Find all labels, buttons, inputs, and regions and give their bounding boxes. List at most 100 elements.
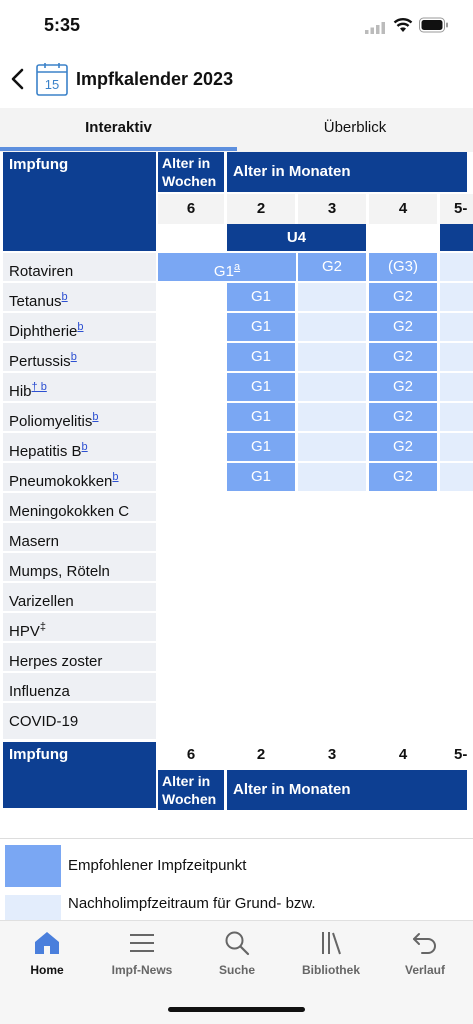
age-4-months: 4 bbox=[369, 194, 437, 224]
row-name-pertussis: Pertussisb bbox=[3, 343, 156, 371]
dose-hepatitis-b-g1[interactable]: G1 bbox=[227, 433, 295, 461]
row-name-meningokokken-c: Meningokokken C bbox=[3, 493, 156, 521]
legend-label-catchup: Nachholimpfzeitraum für Grund- bzw. bbox=[68, 895, 316, 912]
dose-poliomyelitis-g2[interactable]: G2 bbox=[369, 403, 437, 431]
footnote-link[interactable]: b bbox=[92, 411, 98, 423]
calendar-day: 15 bbox=[45, 77, 59, 92]
home-icon bbox=[35, 932, 59, 954]
footer-corner-impfung: Impfung bbox=[3, 742, 156, 808]
dose-pneumokokken-g2[interactable]: G2 bbox=[369, 463, 437, 491]
footnote-link[interactable]: b bbox=[77, 321, 83, 333]
dose-hib-g2[interactable]: G2 bbox=[369, 373, 437, 401]
tab-indicator bbox=[0, 147, 237, 151]
footnote-link[interactable]: b bbox=[112, 471, 118, 483]
undo-icon bbox=[413, 933, 436, 954]
row-name-tetanus: Tetanusb bbox=[3, 283, 156, 311]
legend-swatch-recommended bbox=[5, 845, 61, 887]
signal-icon bbox=[365, 22, 385, 34]
tab-verlauf-label: Verlauf bbox=[404, 963, 446, 977]
catchup-cell bbox=[298, 283, 366, 311]
weeks-header: Alter in Wochen bbox=[158, 152, 224, 192]
tab-suche-label: Suche bbox=[218, 963, 255, 977]
months-header: Alter in Monaten bbox=[227, 152, 467, 192]
u5-checkup-partial bbox=[440, 224, 473, 251]
row-name-herpes-zoster: Herpes zoster bbox=[3, 643, 156, 671]
catchup-cell bbox=[440, 313, 473, 341]
page-title: Impfkalender 2023 bbox=[76, 69, 234, 89]
row-name-mumps-roeteln: Mumps, Röteln bbox=[3, 553, 156, 581]
row-name-hepatitis-b: Hepatitis Bb bbox=[3, 433, 156, 461]
footer-weeks-header: Alter in Wochen bbox=[158, 770, 224, 810]
dose-hib-g1[interactable]: G1 bbox=[227, 373, 295, 401]
row-name-covid-19: COVID-19 bbox=[3, 703, 156, 739]
corner-impfung: Impfung bbox=[3, 152, 156, 251]
library-icon bbox=[322, 932, 341, 955]
status-bar: 5:35 bbox=[0, 0, 473, 52]
catchup-cell bbox=[440, 463, 473, 491]
dose-pertussis-g1[interactable]: G1 bbox=[227, 343, 295, 371]
row-name-hib: Hib† b bbox=[3, 373, 156, 401]
row-name-masern: Masern bbox=[3, 523, 156, 551]
footnote-link[interactable]: b bbox=[62, 291, 68, 303]
footnote-link[interactable]: b bbox=[82, 441, 88, 453]
tab-home[interactable]: Home bbox=[0, 929, 94, 977]
dose-pertussis-g2[interactable]: G2 bbox=[369, 343, 437, 371]
tab-home-label: Home bbox=[30, 963, 64, 977]
catchup-cell bbox=[298, 343, 366, 371]
catchup-cell bbox=[440, 403, 473, 431]
tab-verlauf[interactable]: Verlauf bbox=[378, 929, 472, 977]
tab-bibliothek[interactable]: Bibliothek bbox=[284, 929, 378, 977]
age-2-months: 2 bbox=[227, 194, 295, 224]
dose-diphtherie-g2[interactable]: G2 bbox=[369, 313, 437, 341]
back-arrow-icon[interactable] bbox=[6, 64, 30, 94]
catchup-cell bbox=[298, 433, 366, 461]
home-indicator bbox=[168, 1007, 305, 1012]
catchup-cell bbox=[440, 283, 473, 311]
dose-rotaviren-g1[interactable]: G1a bbox=[158, 253, 296, 281]
dose-hepatitis-b-g2[interactable]: G2 bbox=[369, 433, 437, 461]
row-name-diphtherie: Diphtherieb bbox=[3, 313, 156, 341]
row-name-influenza: Influenza bbox=[3, 673, 156, 701]
dose-rotaviren-g3[interactable]: (G3) bbox=[369, 253, 437, 281]
menu-icon bbox=[130, 934, 154, 952]
footer-age-5-months: 5- bbox=[440, 740, 473, 770]
tab-ueberblick[interactable]: Überblick bbox=[237, 108, 473, 152]
dose-diphtherie-g1[interactable]: G1 bbox=[227, 313, 295, 341]
footnote-link[interactable]: b bbox=[71, 351, 77, 363]
vaccination-table[interactable]: Impfung Alter in Wochen Alter in Monaten… bbox=[0, 152, 473, 842]
row-name-varizellen: Varizellen bbox=[3, 583, 156, 611]
status-time: 5:35 bbox=[44, 15, 81, 35]
catchup-cell bbox=[440, 373, 473, 401]
catchup-cell bbox=[298, 463, 366, 491]
tab-bar: Interaktiv Überblick bbox=[0, 108, 473, 152]
catchup-cell bbox=[440, 343, 473, 371]
age-6-weeks: 6 bbox=[158, 194, 224, 224]
dose-tetanus-g2[interactable]: G2 bbox=[369, 283, 437, 311]
footer-age-6-weeks: 6 bbox=[158, 740, 224, 770]
u4-checkup[interactable]: U4 bbox=[227, 224, 366, 251]
battery-icon bbox=[419, 17, 448, 33]
dose-rotaviren-g2[interactable]: G2 bbox=[298, 253, 366, 281]
legend: Empfohlener Impfzeitpunkt Nachholimpfzei… bbox=[0, 838, 473, 925]
age-5-months: 5- bbox=[440, 194, 473, 224]
dose-pneumokokken-g1[interactable]: G1 bbox=[227, 463, 295, 491]
dose-poliomyelitis-g1[interactable]: G1 bbox=[227, 403, 295, 431]
tab-interaktiv[interactable]: Interaktiv bbox=[0, 108, 237, 152]
footer-age-3-months: 3 bbox=[298, 740, 366, 770]
footnote-link[interactable]: † b bbox=[32, 381, 47, 393]
row-name-rotaviren: Rotaviren bbox=[3, 253, 156, 281]
search-icon bbox=[225, 931, 250, 956]
dose-tetanus-g1[interactable]: G1 bbox=[227, 283, 295, 311]
footer-age-2-months: 2 bbox=[227, 740, 295, 770]
legend-label-recommended: Empfohlener Impfzeitpunkt bbox=[68, 857, 247, 874]
row-name-pneumokokken: Pneumokokkenb bbox=[3, 463, 156, 491]
row-name-hpv: HPV‡ bbox=[3, 613, 156, 641]
wifi-icon bbox=[393, 18, 413, 32]
tab-impf-news[interactable]: Impf-News bbox=[95, 929, 189, 977]
tab-suche[interactable]: Suche bbox=[190, 929, 284, 977]
age-3-months: 3 bbox=[298, 194, 366, 224]
footer-months-header: Alter in Monaten bbox=[227, 770, 467, 810]
catchup-cell bbox=[298, 403, 366, 431]
nav-bar: 15 Impfkalender 2023 bbox=[0, 52, 473, 108]
row-name-poliomyelitis: Poliomyelitisb bbox=[3, 403, 156, 431]
